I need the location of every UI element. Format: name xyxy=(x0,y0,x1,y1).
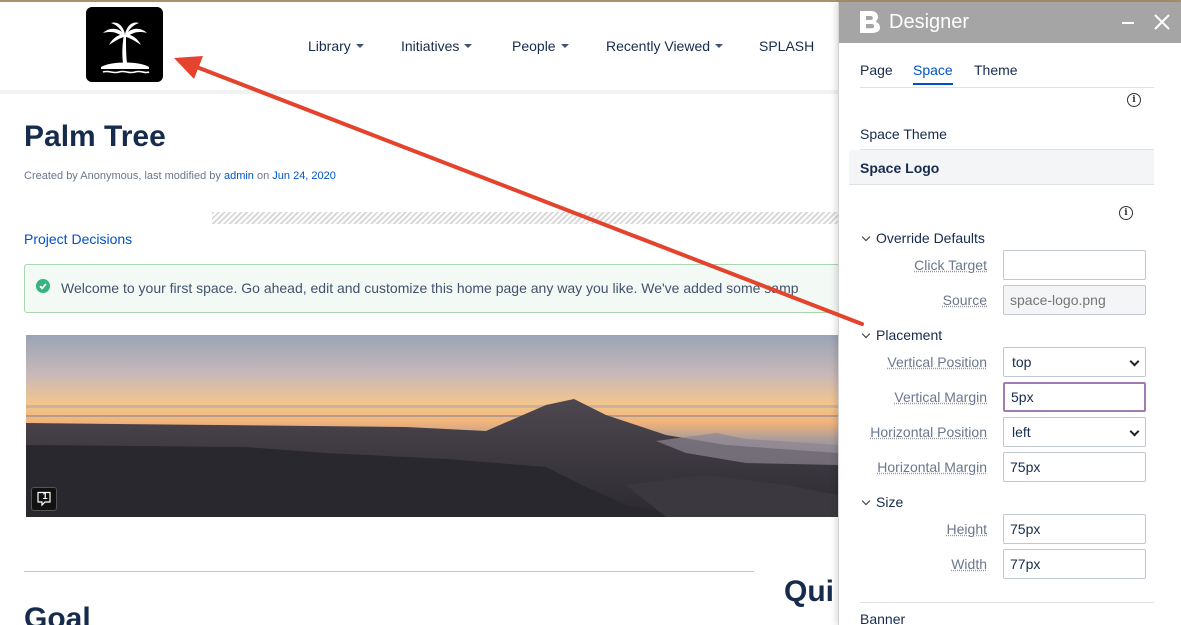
source-label: Source xyxy=(942,292,987,308)
designer-header: Designer xyxy=(839,2,1181,43)
chevron-down-icon xyxy=(1129,356,1140,367)
designer-panel: Designer Page Space Theme i Space Theme … xyxy=(838,2,1181,625)
page-title: Palm Tree xyxy=(24,120,166,153)
info-icon[interactable]: i xyxy=(1127,93,1141,107)
caret-down-icon xyxy=(560,44,569,49)
vertical-position-select[interactable]: top xyxy=(1003,347,1146,377)
click-target-label: Click Target xyxy=(914,257,987,273)
site-header: Library Initiatives People Recently View… xyxy=(0,2,838,94)
nav-initiatives[interactable]: Initiatives xyxy=(401,38,473,54)
check-circle-icon xyxy=(36,279,50,293)
comment-count: 1 xyxy=(42,491,48,501)
chevron-down-icon xyxy=(861,232,871,242)
click-target-input[interactable] xyxy=(1003,250,1146,280)
caret-down-icon xyxy=(464,44,473,49)
close-icon[interactable] xyxy=(1153,13,1171,31)
designer-logo-icon xyxy=(860,11,880,33)
quick-heading: Qui xyxy=(784,575,834,608)
height-input[interactable] xyxy=(1003,514,1146,544)
vertical-margin-input[interactable] xyxy=(1003,382,1146,412)
meta-date-link[interactable]: Jun 24, 2020 xyxy=(272,170,336,182)
meta-prefix: Created by Anonymous, last modified by xyxy=(24,170,224,182)
info-icon[interactable]: i xyxy=(1119,206,1133,220)
caret-down-icon xyxy=(355,44,364,49)
select-value: left xyxy=(1012,424,1031,440)
nav-people[interactable]: People xyxy=(512,38,569,54)
horizontal-margin-input[interactable] xyxy=(1003,452,1146,482)
nav-label: Recently Viewed xyxy=(606,38,711,54)
meta-on: on xyxy=(253,170,273,182)
chevron-down-icon xyxy=(861,496,871,506)
info-message: Welcome to your first space. Go ahead, e… xyxy=(24,264,854,313)
minimize-icon[interactable] xyxy=(1122,22,1134,24)
space-logo[interactable] xyxy=(86,7,163,82)
source-input[interactable] xyxy=(1003,285,1146,315)
override-defaults-group[interactable]: Override Defaults xyxy=(861,230,985,246)
nav-recently-viewed[interactable]: Recently Viewed xyxy=(606,38,724,54)
horizontal-position-select[interactable]: left xyxy=(1003,417,1146,447)
group-label: Size xyxy=(876,494,904,510)
goal-heading: Goal xyxy=(24,602,91,625)
width-label: Width xyxy=(951,556,987,572)
space-logo-section[interactable]: Space Logo xyxy=(849,150,1154,185)
space-logo-label: Space Logo xyxy=(860,160,940,176)
tab-space[interactable]: Space xyxy=(913,62,953,85)
nav-splash[interactable]: SPLASH xyxy=(759,38,814,54)
caret-down-icon xyxy=(715,44,724,49)
group-label: Placement xyxy=(876,327,943,343)
height-label: Height xyxy=(946,521,987,537)
nav-label: Library xyxy=(308,38,351,54)
meta-user-link[interactable]: admin xyxy=(224,170,254,182)
select-value: top xyxy=(1012,354,1032,370)
horizontal-position-label: Horizontal Position xyxy=(870,424,987,440)
designer-title: Designer xyxy=(889,11,970,33)
chevron-down-icon xyxy=(861,329,871,339)
placement-group[interactable]: Placement xyxy=(861,327,943,343)
content-divider xyxy=(24,571,754,572)
inline-comment-badge[interactable]: 1 xyxy=(31,487,57,511)
tab-theme[interactable]: Theme xyxy=(974,62,1018,78)
nav-label: SPLASH xyxy=(759,38,815,54)
width-input[interactable] xyxy=(1003,549,1146,579)
group-label: Override Defaults xyxy=(876,230,985,246)
vertical-position-label: Vertical Position xyxy=(887,354,987,370)
palm-tree-icon xyxy=(100,21,149,73)
space-theme-section[interactable]: Space Theme xyxy=(860,126,1154,142)
tab-page[interactable]: Page xyxy=(860,62,893,78)
chevron-down-icon xyxy=(1129,426,1140,437)
horizontal-margin-label: Horizontal Margin xyxy=(877,459,987,475)
section-divider xyxy=(860,602,1154,603)
page-meta: Created by Anonymous, last modified by a… xyxy=(24,170,336,182)
nav-label: People xyxy=(512,38,556,54)
size-group[interactable]: Size xyxy=(861,494,904,510)
volcano-sunset-image xyxy=(26,335,838,517)
hatch-divider xyxy=(212,212,838,224)
info-text: Welcome to your first space. Go ahead, e… xyxy=(61,280,799,296)
nav-library[interactable]: Library xyxy=(308,38,364,54)
vertical-margin-label: Vertical Margin xyxy=(894,389,987,405)
nav-label: Initiatives xyxy=(401,38,460,54)
project-decisions-link[interactable]: Project Decisions xyxy=(24,231,132,247)
designer-tabs: Page Space Theme xyxy=(860,62,1154,88)
banner-section[interactable]: Banner xyxy=(860,611,1154,625)
